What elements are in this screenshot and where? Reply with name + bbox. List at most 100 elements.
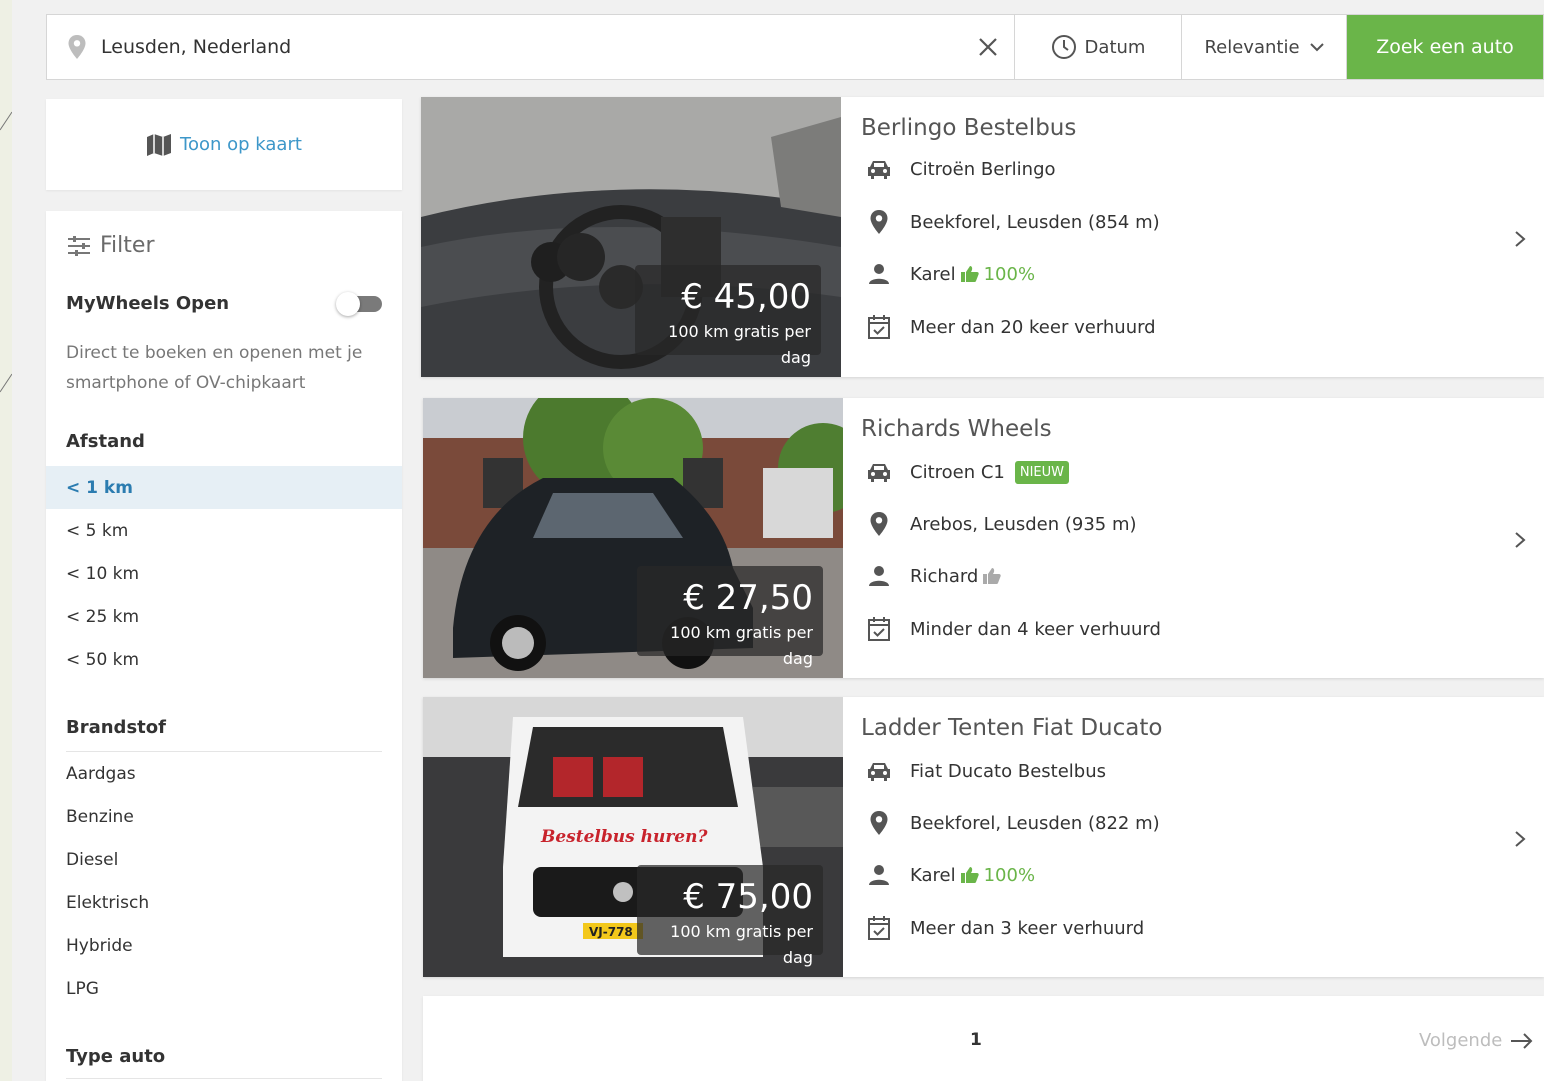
fuel-option-diesel[interactable]: Diesel	[46, 838, 402, 881]
car-location: Beekforel, Leusden (822 m)	[910, 812, 1160, 834]
close-icon[interactable]	[978, 37, 998, 57]
distance-option-5km[interactable]: < 5 km	[46, 509, 402, 552]
listing-card[interactable]: Bestelbus huren? VJ-778 € 75,00 100 km g…	[423, 697, 1544, 977]
search-bar: Datum Relevantie Zoek een auto	[46, 14, 1544, 80]
user-icon	[865, 562, 893, 590]
km-note: 100 km gratis per dag	[670, 623, 813, 668]
chevron-down-icon	[1309, 43, 1324, 52]
car-photo: € 45,00 100 km gratis per dag	[421, 97, 841, 377]
price-label: € 75,00	[683, 877, 813, 917]
mywheels-open-toggle[interactable]	[336, 292, 382, 316]
chevron-right-icon	[1515, 831, 1526, 847]
next-page-button[interactable]: Volgende	[1419, 1030, 1534, 1051]
pagination: 1 Volgende	[423, 996, 1544, 1081]
sort-select[interactable]: Relevantie	[1182, 15, 1347, 79]
price-label: € 45,00	[681, 277, 811, 317]
mywheels-open-description: Direct te boeken en openen met je smartp…	[66, 343, 363, 393]
listing-owner-row: Karel 100%	[865, 861, 1035, 889]
price-label: € 27,50	[683, 578, 813, 618]
listing-location-row: Beekforel, Leusden (822 m)	[865, 809, 1160, 837]
page-number-current[interactable]: 1	[970, 1030, 982, 1050]
map-pin-icon	[865, 208, 893, 236]
calendar-check-icon	[865, 313, 893, 341]
map-pin-icon	[68, 35, 86, 59]
distance-option-25km[interactable]: < 25 km	[46, 595, 402, 638]
listing-location-row: Arebos, Leusden (935 m)	[865, 510, 1137, 538]
search-button[interactable]: Zoek een auto	[1347, 15, 1543, 79]
location-search-field	[47, 15, 1015, 79]
listing-card[interactable]: € 27,50 100 km gratis per dag Richards W…	[423, 398, 1544, 678]
listing-title: Ladder Tenten Fiat Ducato	[861, 715, 1163, 741]
rental-count: Meer dan 20 keer verhuurd	[910, 316, 1156, 338]
fuel-heading: Brandstof	[66, 717, 166, 738]
rental-count: Meer dan 3 keer verhuurd	[910, 917, 1145, 939]
show-on-map-label: Toon op kaart	[180, 134, 302, 155]
car-model: Citroen C1	[910, 461, 1005, 483]
chevron-right-icon	[1515, 231, 1526, 247]
distance-option-10km[interactable]: < 10 km	[46, 552, 402, 595]
section-divider	[66, 1078, 382, 1079]
calendar-check-icon	[865, 615, 893, 643]
thumbs-up-icon	[960, 867, 979, 883]
date-button[interactable]: Datum	[1015, 15, 1182, 79]
km-note: 100 km gratis per dag	[668, 322, 811, 367]
date-label: Datum	[1084, 36, 1146, 58]
show-on-map-button[interactable]: Toon op kaart	[46, 99, 402, 190]
rental-count: Minder dan 4 keer verhuurd	[910, 618, 1161, 640]
car-model: Citroën Berlingo	[910, 158, 1056, 180]
car-photo: € 27,50 100 km gratis per dag	[423, 398, 843, 678]
location-input[interactable]	[101, 27, 961, 67]
map-pin-icon	[865, 510, 893, 538]
distance-heading: Afstand	[66, 431, 145, 452]
fuel-option-aardgas[interactable]: Aardgas	[46, 752, 402, 795]
car-icon	[865, 458, 893, 486]
listing-owner-row: Richard	[865, 562, 1006, 590]
km-note: 100 km gratis per dag	[670, 922, 813, 967]
price-tag: € 27,50 100 km gratis per dag	[637, 566, 823, 668]
filter-panel: Filter MyWheels Open Direct te boeken en…	[46, 211, 402, 1081]
owner-name: Karel	[910, 864, 956, 886]
next-page-label: Volgende	[1419, 1030, 1503, 1051]
listing-model-row: Citroen C1 NIEUW	[865, 458, 1070, 486]
map-pin-icon	[865, 809, 893, 837]
thumbs-up-icon	[960, 266, 979, 282]
fuel-option-hybride[interactable]: Hybride	[46, 924, 402, 967]
car-location: Beekforel, Leusden (854 m)	[910, 211, 1160, 233]
listing-owner-row: Karel 100%	[865, 260, 1035, 288]
distance-option-50km[interactable]: < 50 km	[46, 638, 402, 681]
mywheels-open-label: MyWheels Open	[66, 293, 230, 314]
thumbs-up-icon	[983, 568, 1002, 584]
clock-icon	[1051, 35, 1076, 59]
car-icon	[865, 155, 893, 183]
fuel-option-elektrisch[interactable]: Elektrisch	[46, 881, 402, 924]
calendar-check-icon	[865, 914, 893, 942]
price-tag: € 75,00 100 km gratis per dag	[637, 865, 823, 967]
listing-model-row: Citroën Berlingo	[865, 155, 1056, 183]
sort-label: Relevantie	[1204, 36, 1300, 58]
fuel-option-benzine[interactable]: Benzine	[46, 795, 402, 838]
filter-title: Filter	[100, 233, 155, 258]
filter-sliders-icon	[68, 235, 90, 256]
listing-card[interactable]: € 45,00 100 km gratis per dag Berlingo B…	[421, 97, 1544, 377]
owner-name: Richard	[910, 565, 979, 587]
listing-title: Richards Wheels	[861, 416, 1052, 442]
fuel-option-lpg[interactable]: LPG	[46, 967, 402, 1010]
map-icon	[147, 133, 172, 156]
chevron-right-icon	[1515, 532, 1526, 548]
listing-rentals-row: Meer dan 3 keer verhuurd	[865, 914, 1144, 942]
photo-sign-text: Bestelbus huren?	[540, 827, 708, 847]
car-model: Fiat Ducato Bestelbus	[910, 760, 1106, 782]
car-photo: Bestelbus huren? VJ-778 € 75,00 100 km g…	[423, 697, 843, 977]
car-icon	[865, 757, 893, 785]
distance-option-1km[interactable]: < 1 km	[46, 466, 402, 509]
license-plate: VJ-778	[589, 925, 633, 939]
arrow-right-icon	[1511, 1032, 1533, 1049]
user-icon	[865, 861, 893, 889]
filter-heading: Filter	[66, 233, 154, 258]
owner-rating: 100%	[983, 864, 1036, 886]
type-heading: Type auto	[66, 1046, 166, 1067]
owner-name: Karel	[910, 263, 956, 285]
page-edge-decoration	[0, 0, 12, 1081]
price-tag: € 45,00 100 km gratis per dag	[635, 265, 821, 367]
listing-rentals-row: Meer dan 20 keer verhuurd	[865, 313, 1156, 341]
